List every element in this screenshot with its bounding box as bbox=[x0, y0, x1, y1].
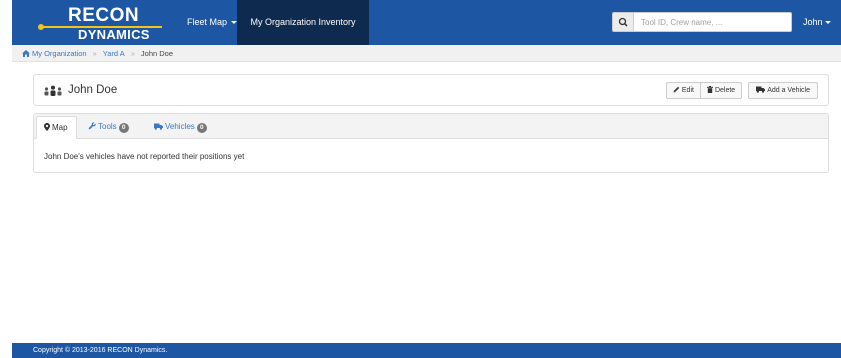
breadcrumb-separator: » bbox=[92, 49, 97, 58]
vehicles-count-badge: 0 bbox=[196, 123, 207, 133]
search-icon bbox=[618, 17, 628, 27]
user-menu-dropdown[interactable]: John bbox=[803, 0, 831, 45]
pencil-icon bbox=[673, 86, 680, 93]
truck-icon bbox=[154, 123, 163, 130]
breadcrumb-current: John Doe bbox=[140, 49, 174, 58]
brand-name-top: RECON bbox=[68, 5, 140, 26]
tab-tools-label: Tools bbox=[98, 122, 117, 131]
breadcrumb-my-organization[interactable]: My Organization bbox=[32, 49, 87, 58]
person-name: John Doe bbox=[68, 84, 118, 96]
nav-fleet-map-dropdown[interactable]: Fleet Map bbox=[181, 0, 243, 45]
tab-vehicles[interactable]: Vehicles 0 bbox=[154, 116, 207, 138]
search-group bbox=[612, 12, 792, 32]
tools-count-badge: 0 bbox=[118, 123, 129, 133]
app-frame: RECON DYNAMICS Fleet Map My Organization… bbox=[12, 0, 841, 358]
crew-icon bbox=[44, 85, 62, 96]
top-navbar: RECON DYNAMICS Fleet Map My Organization… bbox=[12, 0, 841, 45]
tab-tools[interactable]: Tools 0 bbox=[88, 116, 129, 138]
tab-map-label: Map bbox=[52, 123, 68, 132]
brand-name-bottom: DYNAMICS bbox=[78, 27, 150, 42]
wrench-icon bbox=[88, 122, 96, 130]
nav-my-organization-inventory[interactable]: My Organization Inventory bbox=[237, 0, 369, 45]
tab-strip: Map Tools 0 Vehicles 0 bbox=[34, 114, 828, 139]
tab-map[interactable]: Map bbox=[36, 116, 77, 139]
brand-logo[interactable]: RECON DYNAMICS bbox=[28, 2, 178, 42]
search-input[interactable] bbox=[634, 12, 792, 32]
delete-label: Delete bbox=[714, 87, 736, 94]
edit-label: Edit bbox=[681, 87, 694, 94]
person-tabs-panel: Map Tools 0 Vehicles 0 John Doe's vehicles… bbox=[33, 113, 829, 173]
chevron-down-icon bbox=[824, 21, 831, 25]
footer: Copyright © 2013-2016 RECON Dynamics. bbox=[12, 343, 841, 358]
tab-vehicles-label: Vehicles bbox=[165, 122, 195, 131]
footer-copyright: Copyright © 2013-2016 RECON Dynamics. bbox=[33, 347, 168, 354]
person-header-panel: John Doe Edit Delete Add a Vehicle bbox=[33, 74, 829, 106]
nav-fleet-map-label: Fleet Map bbox=[187, 17, 228, 27]
map-marker-icon bbox=[44, 123, 50, 131]
search-button[interactable] bbox=[612, 12, 634, 32]
user-name: John bbox=[803, 17, 823, 27]
trash-icon bbox=[706, 86, 713, 93]
breadcrumb: My Organization » Yard A » John Doe bbox=[12, 45, 841, 62]
edit-button[interactable]: Edit bbox=[665, 82, 701, 99]
add-vehicle-label: Add a Vehicle bbox=[767, 87, 810, 94]
delete-button[interactable]: Delete bbox=[699, 82, 743, 99]
add-vehicle-button[interactable]: Add a Vehicle bbox=[748, 82, 818, 99]
breadcrumb-yard-a[interactable]: Yard A bbox=[103, 49, 125, 58]
person-actions: Edit Delete Add a Vehicle bbox=[665, 82, 818, 99]
truck-icon bbox=[756, 86, 766, 93]
breadcrumb-separator: » bbox=[130, 49, 135, 58]
map-status-message: John Doe's vehicles have not reported th… bbox=[44, 152, 245, 161]
nav-inventory-label: My Organization Inventory bbox=[250, 17, 356, 27]
home-icon bbox=[22, 49, 30, 57]
